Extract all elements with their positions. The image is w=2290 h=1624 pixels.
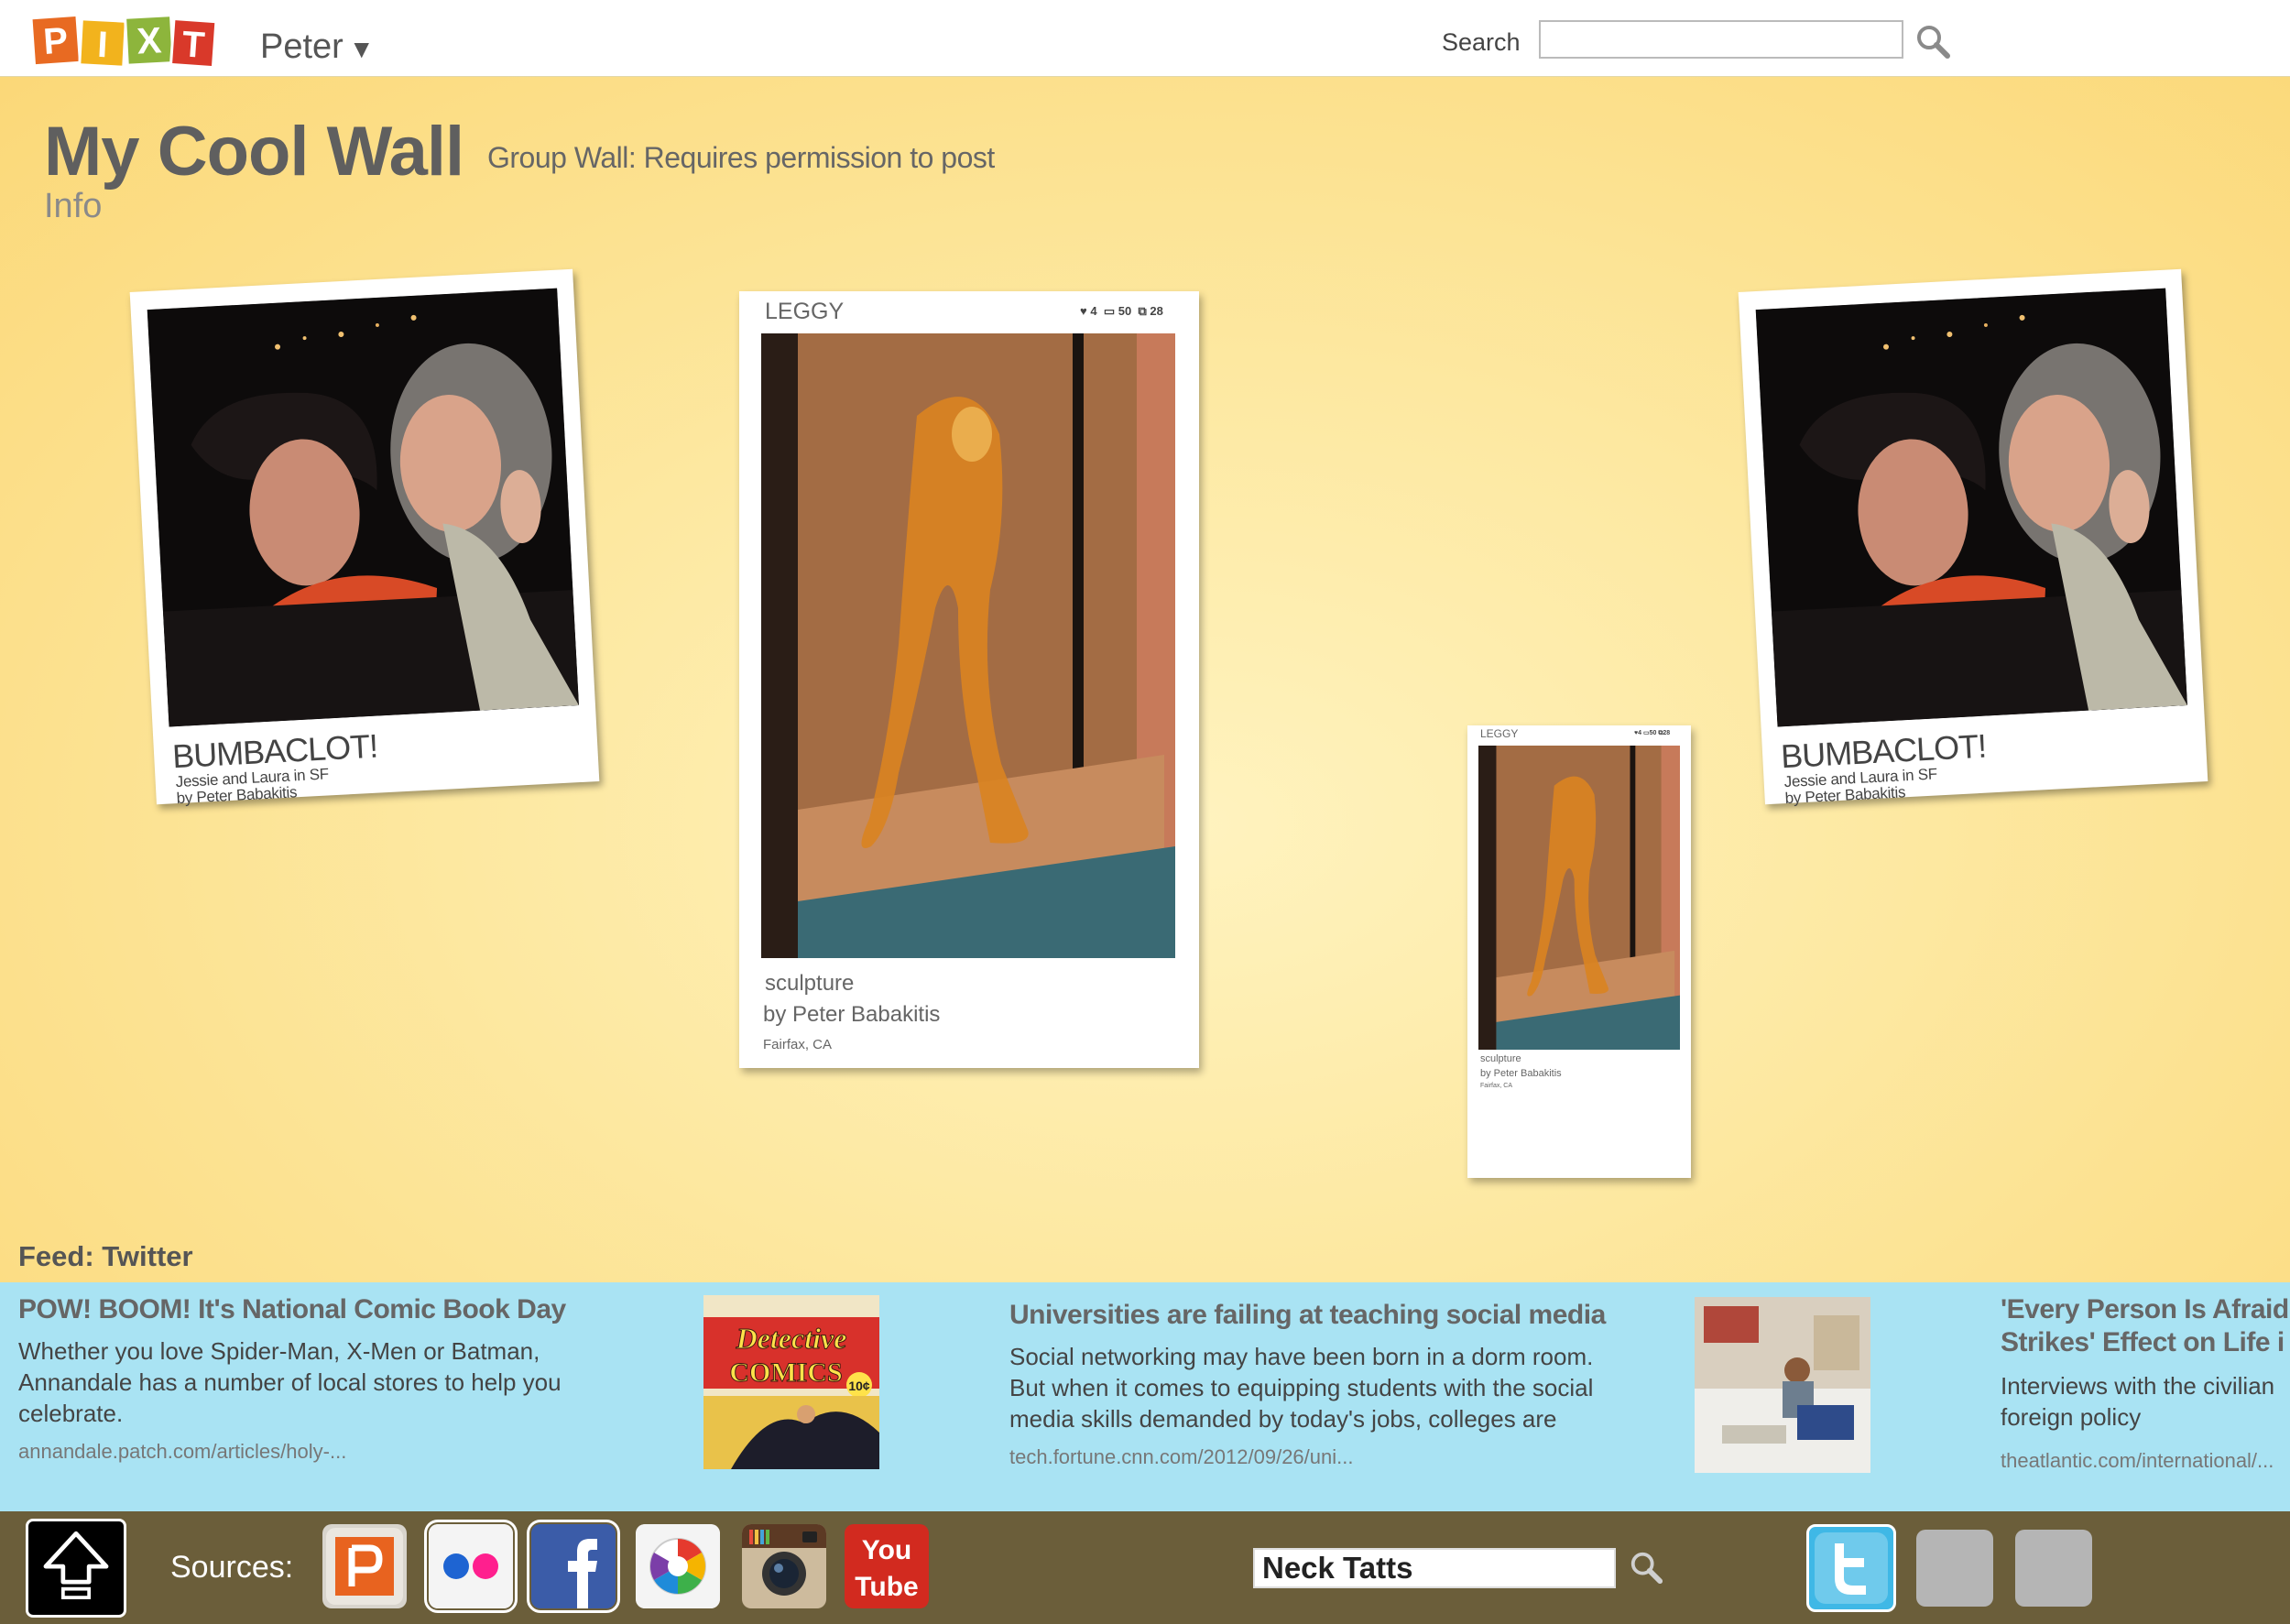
wall-card[interactable]: LEGGY ♥4 ▭50 ⧉28 sculpture by Peter Baba… [1467,725,1691,1178]
card-byline: by Peter Babakitis [763,1002,941,1027]
feed-thumbnail[interactable] [1695,1297,1870,1473]
bottom-toolbar: Sources: You Tube Neck Tatts [0,1511,2290,1624]
feed-url[interactable]: annandale.patch.com/articles/holy-... [18,1440,346,1464]
like-icon: ♥ [1080,304,1087,318]
search-input[interactable] [1539,20,1903,59]
feed-item[interactable]: Universities are failing at teaching soc… [989,1282,1649,1511]
feed-strip: POW! BOOM! It's National Comic Book Day … [0,1282,2290,1511]
card-stats: ♥ 4 ▭ 50 ⧉ 28 [1080,304,1163,318]
wall-subtitle: Group Wall: Requires permission to post [487,141,995,174]
top-bar: P I X T Peter ▼ Search [0,0,2290,77]
svg-text:I: I [96,25,108,66]
card-caption: sculpture [765,971,855,996]
wall-title: My Cool Wall [44,113,464,191]
feed-item[interactable]: 'Every Person Is Afraid Strikes' Effect … [1979,1282,2290,1511]
feed-source-empty-slot[interactable] [1916,1530,1993,1607]
upload-button[interactable] [26,1519,126,1618]
feed-url[interactable]: theatlantic.com/international/... [2001,1449,2274,1473]
card-photo [1755,288,2187,727]
feed-url[interactable]: tech.fortune.cnn.com/2012/09/26/uni... [1009,1445,1353,1469]
card-title: LEGGY [1480,727,1519,740]
source-youtube-button[interactable]: You Tube [845,1524,929,1608]
sources-label: Sources: [170,1550,294,1585]
source-picasa-button[interactable] [636,1524,720,1608]
flickr-icon [429,1524,513,1608]
svg-text:You: You [862,1535,911,1565]
card-photo [1478,746,1680,1050]
wall-info-link[interactable]: Info [44,187,102,226]
wall-card[interactable]: BUMBACLOT! Jessie and Laura in SF by Pet… [129,268,600,807]
card-photo [147,288,579,727]
card-photo [761,333,1175,958]
svg-text:P: P [42,20,70,62]
user-menu[interactable]: Peter ▼ [260,27,375,67]
source-instagram-button[interactable] [742,1524,826,1608]
caret-down-icon: ▼ [348,35,375,63]
card-location: Fairfax, CA [763,1037,833,1052]
card-stats: ♥4 ▭50 ⧉28 [1634,730,1671,736]
comment-icon: ▭ [1103,304,1116,318]
feed-body: Whether you love Spider-Man, X-Men or Ba… [18,1337,562,1427]
card-title: LEGGY [765,299,845,324]
svg-text:Tube: Tube [855,1572,918,1602]
student-photo-image [1695,1297,1870,1473]
feed-headline: POW! BOOM! It's National Comic Book Day [18,1294,566,1324]
svg-text:10¢: 10¢ [848,1379,870,1393]
source-facebook-button[interactable] [527,1520,620,1613]
photo-image [147,288,579,727]
feed-thumbnail[interactable]: Detective COMICS 10¢ [703,1295,879,1469]
feed-body: Interviews with the civilian foreign pol… [2001,1372,2275,1431]
pixt-logo[interactable]: P I X T [29,9,218,75]
feed-headline: 'Every Person Is Afraid [2001,1294,2289,1324]
svg-text:X: X [136,20,162,61]
photo-image [1755,288,2187,727]
feed-item[interactable]: POW! BOOM! It's National Comic Book Day … [0,1282,641,1511]
instagram-icon [742,1524,826,1608]
comment-icon: ▭ [1643,730,1650,736]
twitter-icon [1815,1532,1888,1604]
photo-image [761,333,1175,958]
youtube-icon: You Tube [845,1524,929,1608]
source-flickr-button[interactable] [424,1520,518,1613]
card-caption: sculpture [1480,1053,1521,1064]
user-name: Peter [260,27,344,66]
search-label: Search [1442,28,1521,56]
feed-headline: Universities are failing at teaching soc… [1009,1300,1606,1330]
pixt-icon [326,1528,403,1605]
search-icon[interactable] [1629,1550,1663,1585]
feed-headline: Strikes' Effect on Life i [2001,1327,2285,1357]
svg-text:T: T [180,24,205,66]
wall-card[interactable]: BUMBACLOT! Jessie and Laura in SF by Pet… [1738,268,2208,807]
share-icon: ⧉ [1138,304,1147,318]
tag-search-input[interactable] [1253,1548,1616,1588]
facebook-icon [531,1524,616,1608]
wall: My Cool Wall Group Wall: Requires permis… [0,77,2290,1282]
comic-cover-image: Detective COMICS 10¢ [703,1295,879,1469]
picasa-icon [636,1524,720,1608]
svg-text:Detective: Detective [736,1322,847,1355]
card-byline: by Peter Babakitis [1480,1068,1562,1079]
svg-text:COMICS: COMICS [729,1357,842,1388]
wall-card[interactable]: LEGGY ♥ 4 ▭ 50 ⧉ 28 sculpture by Peter B… [739,291,1199,1068]
photo-image [1478,746,1680,1050]
feed-source-twitter-button[interactable] [1806,1524,1896,1612]
source-pixt-button[interactable] [322,1524,407,1608]
feed-source-empty-slot[interactable] [2015,1530,2092,1607]
search-icon[interactable] [1914,23,1951,60]
feed-body: Social networking may have been born in … [1009,1343,1594,1433]
feed-label: Feed: Twitter [18,1240,193,1272]
card-location: Fairfax, CA [1480,1083,1513,1089]
